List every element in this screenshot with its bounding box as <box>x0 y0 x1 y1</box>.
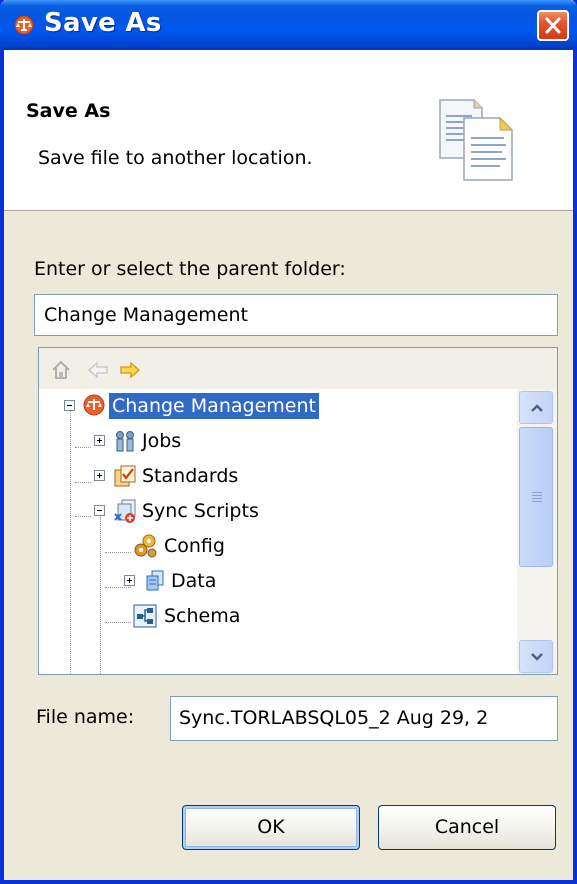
tree-item-sync-scripts[interactable]: Sync Scripts <box>81 494 262 528</box>
tree-item-jobs[interactable]: Jobs <box>81 424 184 458</box>
tree-item-label: Sync Scripts <box>142 500 259 522</box>
data-icon <box>146 570 164 591</box>
ok-button[interactable]: OK <box>182 805 360 850</box>
expand-icon[interactable] <box>94 435 105 446</box>
tree-item-label: Data <box>171 570 217 592</box>
save-as-dialog: Save As Save As Save file to another loc… <box>0 0 577 884</box>
project-icon <box>83 394 105 416</box>
window-title: Save As <box>44 8 162 38</box>
file-name-label: File name: <box>36 706 135 728</box>
tree-item-label: Change Management <box>109 393 319 419</box>
collapse-icon[interactable] <box>64 400 75 411</box>
close-icon <box>545 17 561 34</box>
scroll-up-button[interactable] <box>519 391 553 424</box>
folder-tree: Change Management Jobs Standards Sync Sc… <box>39 389 517 674</box>
tree-item-label: Standards <box>142 465 239 487</box>
tree-item-label: Schema <box>164 605 241 627</box>
home-icon[interactable] <box>51 360 71 380</box>
forward-icon[interactable] <box>119 360 141 380</box>
chevron-up-icon <box>531 404 543 412</box>
dialog-banner: Save As Save file to another location. <box>4 50 573 211</box>
expand-icon[interactable] <box>94 470 105 481</box>
jobs-icon <box>116 431 134 452</box>
scroll-thumb[interactable] <box>519 427 553 567</box>
chevron-down-icon <box>531 653 543 661</box>
tree-item-data[interactable]: Data <box>111 564 219 598</box>
app-icon <box>14 15 34 35</box>
folder-tree-panel: Change Management Jobs Standards Sync Sc… <box>38 347 558 675</box>
file-name-input[interactable]: Sync.TORLABSQL05_2 Aug 29, 2 <box>170 696 558 741</box>
dialog-body: Enter or select the parent folder: Chang… <box>4 211 573 880</box>
sync-scripts-icon <box>114 499 136 523</box>
parent-folder-label: Enter or select the parent folder: <box>34 258 346 280</box>
tree-item-label: Jobs <box>142 430 182 452</box>
banner-title: Save As <box>26 100 111 122</box>
parent-folder-input[interactable]: Change Management <box>34 294 558 336</box>
collapse-icon[interactable] <box>94 505 105 516</box>
scroll-down-button[interactable] <box>519 640 553 673</box>
tree-item-config[interactable]: Config <box>131 529 228 563</box>
tree-item-label: Config <box>164 535 225 557</box>
config-icon <box>134 534 157 558</box>
banner-description: Save file to another location. <box>38 147 313 169</box>
standards-icon <box>114 465 136 487</box>
tree-scrollbar[interactable] <box>517 389 557 674</box>
back-icon[interactable] <box>87 360 109 380</box>
expand-icon[interactable] <box>124 575 135 586</box>
close-button[interactable] <box>537 10 569 41</box>
tree-item-change-management[interactable]: Change Management <box>51 389 319 423</box>
save-as-documents-icon <box>439 99 514 181</box>
tree-item-standards[interactable]: Standards <box>81 459 241 493</box>
tree-item-schema[interactable]: Schema <box>131 599 243 633</box>
schema-icon <box>133 604 157 628</box>
cancel-button[interactable]: Cancel <box>378 805 556 850</box>
tree-toolbar <box>39 348 557 389</box>
title-bar[interactable]: Save As <box>0 0 577 50</box>
